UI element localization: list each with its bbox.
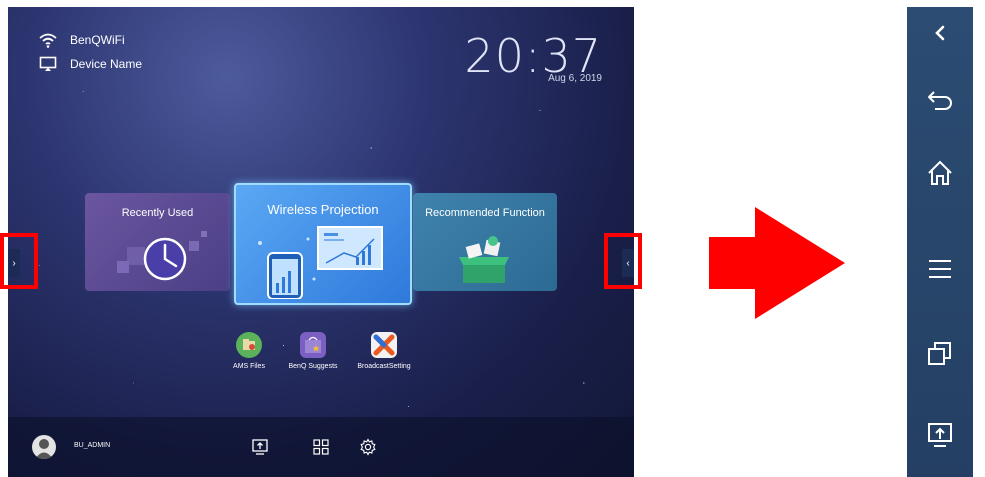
recommended-function-card[interactable]: Recommended Function bbox=[413, 193, 557, 291]
apps-grid-icon[interactable] bbox=[312, 438, 330, 456]
screen-share-icon[interactable] bbox=[251, 438, 269, 456]
settings-icon[interactable] bbox=[359, 438, 377, 456]
chevron-left-icon bbox=[935, 25, 945, 41]
home-icon bbox=[928, 160, 952, 185]
folder-icon bbox=[236, 332, 262, 358]
highlight-box-left bbox=[0, 233, 38, 289]
wireless-projection-label: Wireless Projection bbox=[267, 202, 379, 217]
recommended-function-label: Recommended Function bbox=[425, 207, 545, 219]
back-icon bbox=[928, 91, 952, 110]
bottom-bar: BU_ADMIN bbox=[8, 417, 634, 477]
app-label: BroadcastSetting bbox=[357, 363, 411, 370]
launcher-screen: BenQWiFi Device Name 20:37 Aug 6, 2019 R… bbox=[8, 7, 634, 477]
menu-icon bbox=[929, 260, 951, 278]
app-broadcast-setting[interactable]: BroadcastSetting bbox=[344, 332, 424, 370]
date: Aug 6, 2019 bbox=[548, 73, 602, 84]
clock-icon bbox=[117, 231, 207, 281]
back-button[interactable] bbox=[907, 81, 973, 121]
screen-share-icon bbox=[928, 423, 952, 447]
app-benq-suggests[interactable]: BenQ Suggests bbox=[273, 332, 353, 370]
home-button[interactable] bbox=[907, 153, 973, 193]
side-control-panel bbox=[907, 7, 973, 477]
multitask-icon bbox=[928, 342, 951, 365]
cast-screen-icon bbox=[38, 55, 58, 73]
wifi-status: BenQWiFi bbox=[38, 31, 125, 49]
menu-button[interactable] bbox=[907, 249, 973, 289]
screen-share-button[interactable] bbox=[907, 415, 973, 455]
avatar[interactable] bbox=[32, 435, 56, 459]
projection-icon bbox=[258, 226, 383, 299]
broadcast-icon bbox=[371, 332, 397, 358]
username: BU_ADMIN bbox=[74, 442, 111, 449]
wireless-projection-card[interactable]: Wireless Projection bbox=[234, 183, 412, 305]
multitask-button[interactable] bbox=[907, 333, 973, 373]
wifi-icon bbox=[38, 31, 58, 49]
gift-box-icon bbox=[459, 236, 509, 283]
collapse-panel-button[interactable] bbox=[907, 13, 973, 53]
recently-used-card[interactable]: Recently Used bbox=[85, 193, 230, 291]
highlight-box-right bbox=[604, 233, 642, 289]
shopping-bag-icon bbox=[300, 332, 326, 358]
device-name: Device Name bbox=[70, 57, 143, 71]
app-label: BenQ Suggests bbox=[288, 363, 338, 370]
recently-used-label: Recently Used bbox=[121, 207, 194, 219]
wifi-name: BenQWiFi bbox=[70, 33, 125, 47]
red-arrow-icon bbox=[709, 207, 845, 319]
device-status: Device Name bbox=[38, 55, 142, 73]
